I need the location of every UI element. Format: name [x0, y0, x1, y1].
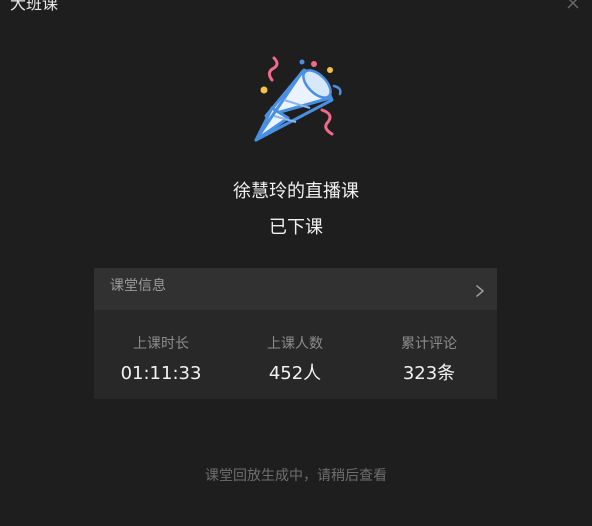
- class-info-label: 课堂信息: [110, 278, 166, 294]
- stat-attendees: 上课人数 452人: [228, 334, 362, 386]
- stat-attendees-label: 上课人数: [267, 336, 323, 352]
- stat-comments-label: 累计评论: [401, 336, 457, 352]
- replay-status-note: 课堂回放生成中，请稍后查看: [205, 468, 387, 484]
- stat-duration: 上课时长 01:11:33: [94, 334, 228, 386]
- window-title: 大班课: [10, 0, 59, 13]
- stat-comments: 累计评论 323条: [362, 334, 496, 386]
- class-info-header[interactable]: 课堂信息: [94, 268, 497, 310]
- stat-duration-value: 01:11:33: [120, 363, 202, 384]
- course-status: 已下课: [269, 217, 323, 238]
- stat-duration-label: 上课时长: [133, 336, 189, 352]
- close-icon[interactable]: [564, 0, 582, 12]
- chevron-right-icon: [475, 283, 485, 297]
- stat-attendees-value: 452人: [268, 363, 322, 384]
- course-name: 徐慧玲的直播课: [233, 181, 359, 202]
- stat-comments-value: 323条: [402, 363, 456, 384]
- party-popper-icon: [244, 56, 348, 152]
- live-class-ended-window: 大班课 徐慧玲的直播课 已下课 课堂信息 上课时长 01:11:33 上课人数 …: [0, 0, 592, 526]
- class-info-card: 课堂信息 上课时长 01:11:33 上课人数 452人 累计评论 323条: [94, 268, 497, 399]
